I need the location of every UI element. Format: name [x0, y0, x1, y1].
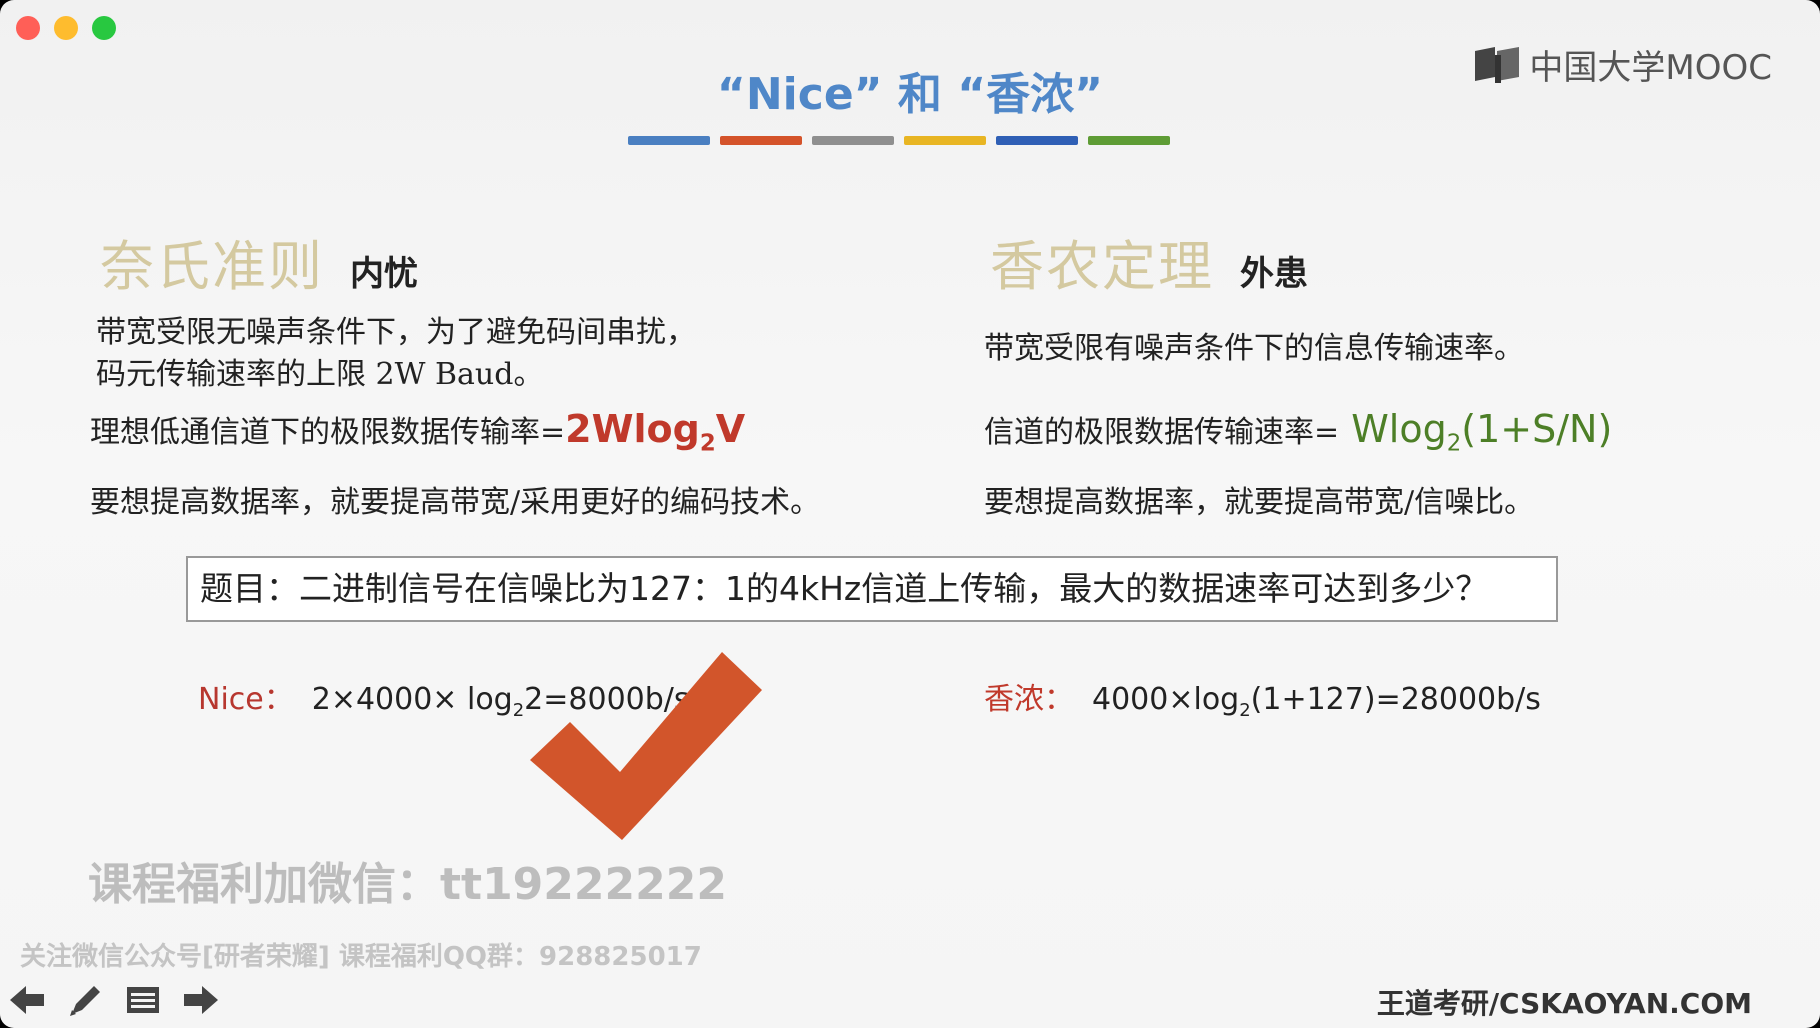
shannon-improve: 要想提高数据率，就要提高带宽/信噪比。 [984, 485, 1535, 520]
pencil-icon[interactable] [68, 982, 104, 1022]
nyquist-formula-end: V [715, 407, 746, 451]
nyquist-header: 奈氏准则 内忧 [100, 222, 418, 301]
shannon-formula-end: (1+S/N) [1461, 407, 1613, 451]
shannon-heading: 香农定理 [990, 235, 1214, 298]
shannon-answer-sub: 2 [1239, 700, 1251, 721]
shannon-formula: Wlog2(1+S/N) [1339, 407, 1613, 457]
close-window-button[interactable] [16, 16, 40, 40]
slide-controls [10, 982, 218, 1022]
arrow-right-icon[interactable] [182, 984, 218, 1020]
maximize-window-button[interactable] [92, 16, 116, 40]
wechat-watermark: 课程福利加微信：tt19222222 [88, 859, 727, 910]
shannon-answer-result: (1+127)=28000b/s [1250, 682, 1541, 717]
shannon-header: 香农定理 外患 [990, 222, 1308, 301]
nyquist-desc-line-1: 带宽受限无噪声条件下，为了避免码间串扰， [96, 315, 696, 350]
shannon-subheading: 外患 [1240, 254, 1308, 294]
shannon-answer: 香浓： 4000×log2(1+127)=28000b/s [984, 674, 1541, 721]
shannon-answer-formula: 4000×log [1092, 682, 1240, 717]
qq-watermark: 关注微信公众号[研者荣耀] 课程福利QQ群：928825017 [20, 942, 702, 972]
title-color-bar-6 [1088, 136, 1170, 145]
shannon-description: 带宽受限有噪声条件下的信息传输速率。 [984, 331, 1524, 366]
title-color-bar-2 [720, 136, 802, 145]
slide: 中国大学MOOC “Nice” 和 “香浓” 奈氏准则 内忧 带宽受限无噪声条件… [0, 0, 1820, 1028]
title-color-bar-1 [628, 136, 710, 145]
nyquist-formula-sub: 2 [699, 430, 716, 457]
nyquist-heading: 奈氏准则 [100, 235, 324, 298]
minimize-window-button[interactable] [54, 16, 78, 40]
nyquist-rate: 理想低通信道下的极限数据传输率=2Wlog2V [90, 408, 745, 465]
shannon-formula-main: Wlog [1339, 407, 1447, 451]
shannon-answer-label: 香浓： [984, 682, 1074, 717]
shannon-rate: 信道的极限数据传输速率= Wlog2(1+S/N) [984, 408, 1612, 465]
nice-answer-formula: 2×4000× log [311, 682, 513, 717]
shannon-rate-label: 信道的极限数据传输速率= [984, 415, 1340, 450]
nyquist-formula: 2Wlog2V [565, 407, 746, 457]
nyquist-formula-main: 2Wlog [565, 407, 700, 451]
nyquist-improve: 要想提高数据率，就要提高带宽/采用更好的编码技术。 [90, 485, 821, 520]
slide-menu-icon[interactable] [126, 985, 160, 1019]
nyquist-subheading: 内忧 [350, 254, 418, 294]
nyquist-description: 带宽受限无噪声条件下，为了避免码间串扰， 码元传输速率的上限 2W Baud。 [96, 312, 696, 396]
nyquist-rate-label: 理想低通信道下的极限数据传输率= [90, 415, 566, 450]
nyquist-desc-line-2: 码元传输速率的上限 2W Baud。 [96, 357, 544, 392]
shannon-formula-sub: 2 [1446, 430, 1462, 457]
slide-title: “Nice” 和 “香浓” [716, 69, 1104, 120]
title-color-bar-4 [904, 136, 986, 145]
title-color-bar-3 [812, 136, 894, 145]
arrow-left-icon[interactable] [10, 984, 46, 1020]
nice-answer-label: Nice： [198, 682, 294, 717]
footer-site: 王道考研/CSKAOYAN.COM [1376, 987, 1752, 1020]
check-mark-icon [530, 652, 762, 840]
question-box: 题目：二进制信号在信噪比为127：1的4kHz信道上传输，最大的数据速率可达到多… [186, 556, 1558, 622]
title-color-bars [628, 136, 1170, 145]
nice-answer-sub: 2 [512, 700, 525, 721]
window-controls [16, 16, 116, 40]
title-color-bar-5 [996, 136, 1078, 145]
